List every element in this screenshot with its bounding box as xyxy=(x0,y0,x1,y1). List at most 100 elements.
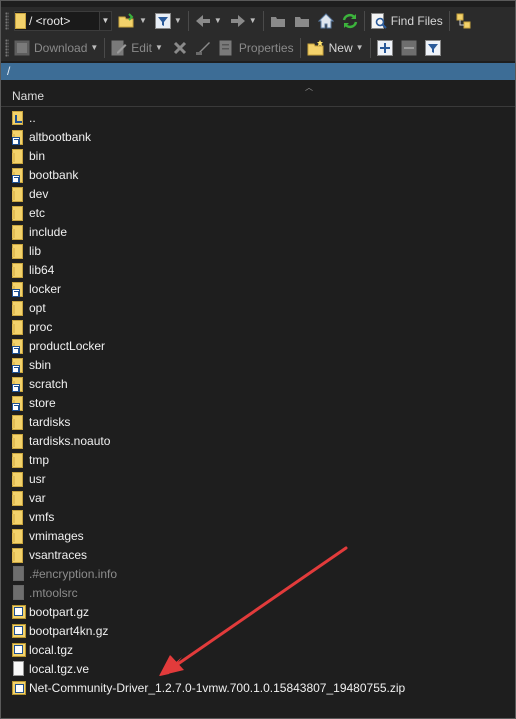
parent-directory-button[interactable] xyxy=(268,10,288,32)
folder-icon xyxy=(12,300,26,316)
file-row[interactable]: usr xyxy=(1,469,515,488)
new-button[interactable]: New ▼ xyxy=(305,37,366,59)
arrow-left-icon xyxy=(195,14,210,27)
file-row[interactable]: altbootbank xyxy=(1,127,515,146)
file-row[interactable]: var xyxy=(1,488,515,507)
folder-icon xyxy=(12,205,26,221)
file-row[interactable]: dev xyxy=(1,184,515,203)
column-header-name[interactable]: Name xyxy=(12,89,44,103)
file-icon xyxy=(12,660,26,677)
filter-files-button[interactable] xyxy=(423,37,443,59)
toolbar-separator xyxy=(187,10,189,31)
edit-label: Edit xyxy=(131,40,152,55)
chevron-down-icon[interactable]: ▼ xyxy=(214,16,222,25)
file-name: .#encryption.info xyxy=(29,566,118,581)
toolbar-separator xyxy=(262,10,264,31)
home-directory-button[interactable] xyxy=(316,10,336,32)
file-row[interactable]: bootpart.gz xyxy=(1,602,515,621)
archive-icon xyxy=(12,623,26,639)
file-row[interactable]: sbin xyxy=(1,355,515,374)
refresh-button[interactable] xyxy=(340,10,360,32)
refresh-icon xyxy=(342,13,357,28)
file-row[interactable]: proc xyxy=(1,317,515,336)
file-row[interactable]: local.tgz.ve xyxy=(1,659,515,678)
edit-button[interactable]: Edit ▼ xyxy=(109,37,165,59)
chevron-down-icon[interactable]: ▼ xyxy=(90,43,98,52)
file-name: local.tgz.ve xyxy=(29,661,90,676)
new-label: New xyxy=(328,40,353,55)
file-name: tardisks.noauto xyxy=(29,433,111,448)
file-row[interactable]: lib xyxy=(1,241,515,260)
toolbar-separator xyxy=(369,37,371,58)
file-row[interactable]: bootpart4kn.gz xyxy=(1,621,515,640)
file-row[interactable]: local.tgz xyxy=(1,640,515,659)
file-row[interactable]: vsantraces xyxy=(1,545,515,564)
file-name: tardisks xyxy=(29,414,71,429)
minus-icon xyxy=(401,40,417,55)
file-name: var xyxy=(29,490,46,505)
back-button[interactable]: ▼ xyxy=(193,10,224,32)
file-row[interactable]: .#encryption.info xyxy=(1,564,515,583)
file-row[interactable]: include xyxy=(1,222,515,241)
chevron-down-icon[interactable]: ▼ xyxy=(249,16,257,25)
tree-icon xyxy=(456,13,471,28)
file-row[interactable]: productLocker xyxy=(1,336,515,355)
file-name: vmfs xyxy=(29,509,55,524)
toolbar-separator xyxy=(104,37,106,58)
properties-button[interactable]: Properties xyxy=(217,37,296,59)
forward-button[interactable]: ▼ xyxy=(228,10,259,32)
file-row[interactable]: Net-Community-Driver_1.2.7.0-1vmw.700.1.… xyxy=(1,678,515,697)
file-name: vsantraces xyxy=(29,547,88,562)
current-path-bar[interactable]: / xyxy=(1,63,515,80)
plus-icon xyxy=(376,39,393,56)
filter-button[interactable]: ▼ xyxy=(153,10,184,32)
file-name: bootpart.gz xyxy=(29,604,90,619)
chevron-down-icon[interactable]: ▼ xyxy=(174,16,182,25)
toolbar-grip[interactable] xyxy=(5,11,9,30)
file-row[interactable]: opt xyxy=(1,298,515,317)
root-folder-icon xyxy=(294,16,309,27)
file-row[interactable]: tardisks xyxy=(1,412,515,431)
toolbar-grip[interactable] xyxy=(5,38,9,57)
file-row[interactable]: scratch xyxy=(1,374,515,393)
delete-button[interactable] xyxy=(171,37,189,59)
file-name: productLocker xyxy=(29,338,106,353)
rename-button[interactable] xyxy=(193,37,213,59)
file-row[interactable]: bootbank xyxy=(1,165,515,184)
location-combo[interactable]: / <root> xyxy=(14,10,100,31)
file-row[interactable]: locker xyxy=(1,279,515,298)
file-row[interactable]: .mtoolsrc xyxy=(1,583,515,602)
file-row[interactable]: vmimages xyxy=(1,526,515,545)
location-dropdown-arrow[interactable]: ▼ xyxy=(100,10,112,31)
file-row[interactable]: tmp xyxy=(1,450,515,469)
find-files-button[interactable]: Find Files xyxy=(369,10,445,32)
open-directory-button[interactable]: ▼ xyxy=(116,10,149,32)
file-row[interactable]: bin xyxy=(1,146,515,165)
chevron-down-icon[interactable]: ▼ xyxy=(356,43,364,52)
root-directory-button[interactable] xyxy=(292,10,312,32)
file-name: dev xyxy=(29,186,49,201)
chevron-down-icon[interactable]: ▼ xyxy=(155,43,163,52)
folder-icon xyxy=(12,186,26,202)
folder-icon xyxy=(12,414,26,430)
download-label: Download xyxy=(34,40,88,55)
file-row[interactable]: vmfs xyxy=(1,507,515,526)
file-row[interactable]: tardisks.noauto xyxy=(1,431,515,450)
arrow-right-icon xyxy=(230,14,245,27)
file-row[interactable]: etc xyxy=(1,203,515,222)
filter-icon xyxy=(424,39,441,56)
unselect-files-button[interactable] xyxy=(399,37,419,59)
file-name: Net-Community-Driver_1.2.7.0-1vmw.700.1.… xyxy=(29,680,406,695)
file-row[interactable]: store xyxy=(1,393,515,412)
rename-icon xyxy=(195,41,210,55)
properties-icon xyxy=(219,40,232,55)
file-row[interactable]: .. xyxy=(1,108,515,127)
tree-toggle-button[interactable] xyxy=(454,10,474,32)
download-button[interactable]: Download ▼ xyxy=(12,37,100,59)
file-name: vmimages xyxy=(29,528,84,543)
select-files-button[interactable] xyxy=(375,37,395,59)
folder-link-icon xyxy=(12,357,26,373)
file-row[interactable]: lib64 xyxy=(1,260,515,279)
chevron-down-icon[interactable]: ▼ xyxy=(139,16,147,25)
download-icon xyxy=(14,40,30,55)
